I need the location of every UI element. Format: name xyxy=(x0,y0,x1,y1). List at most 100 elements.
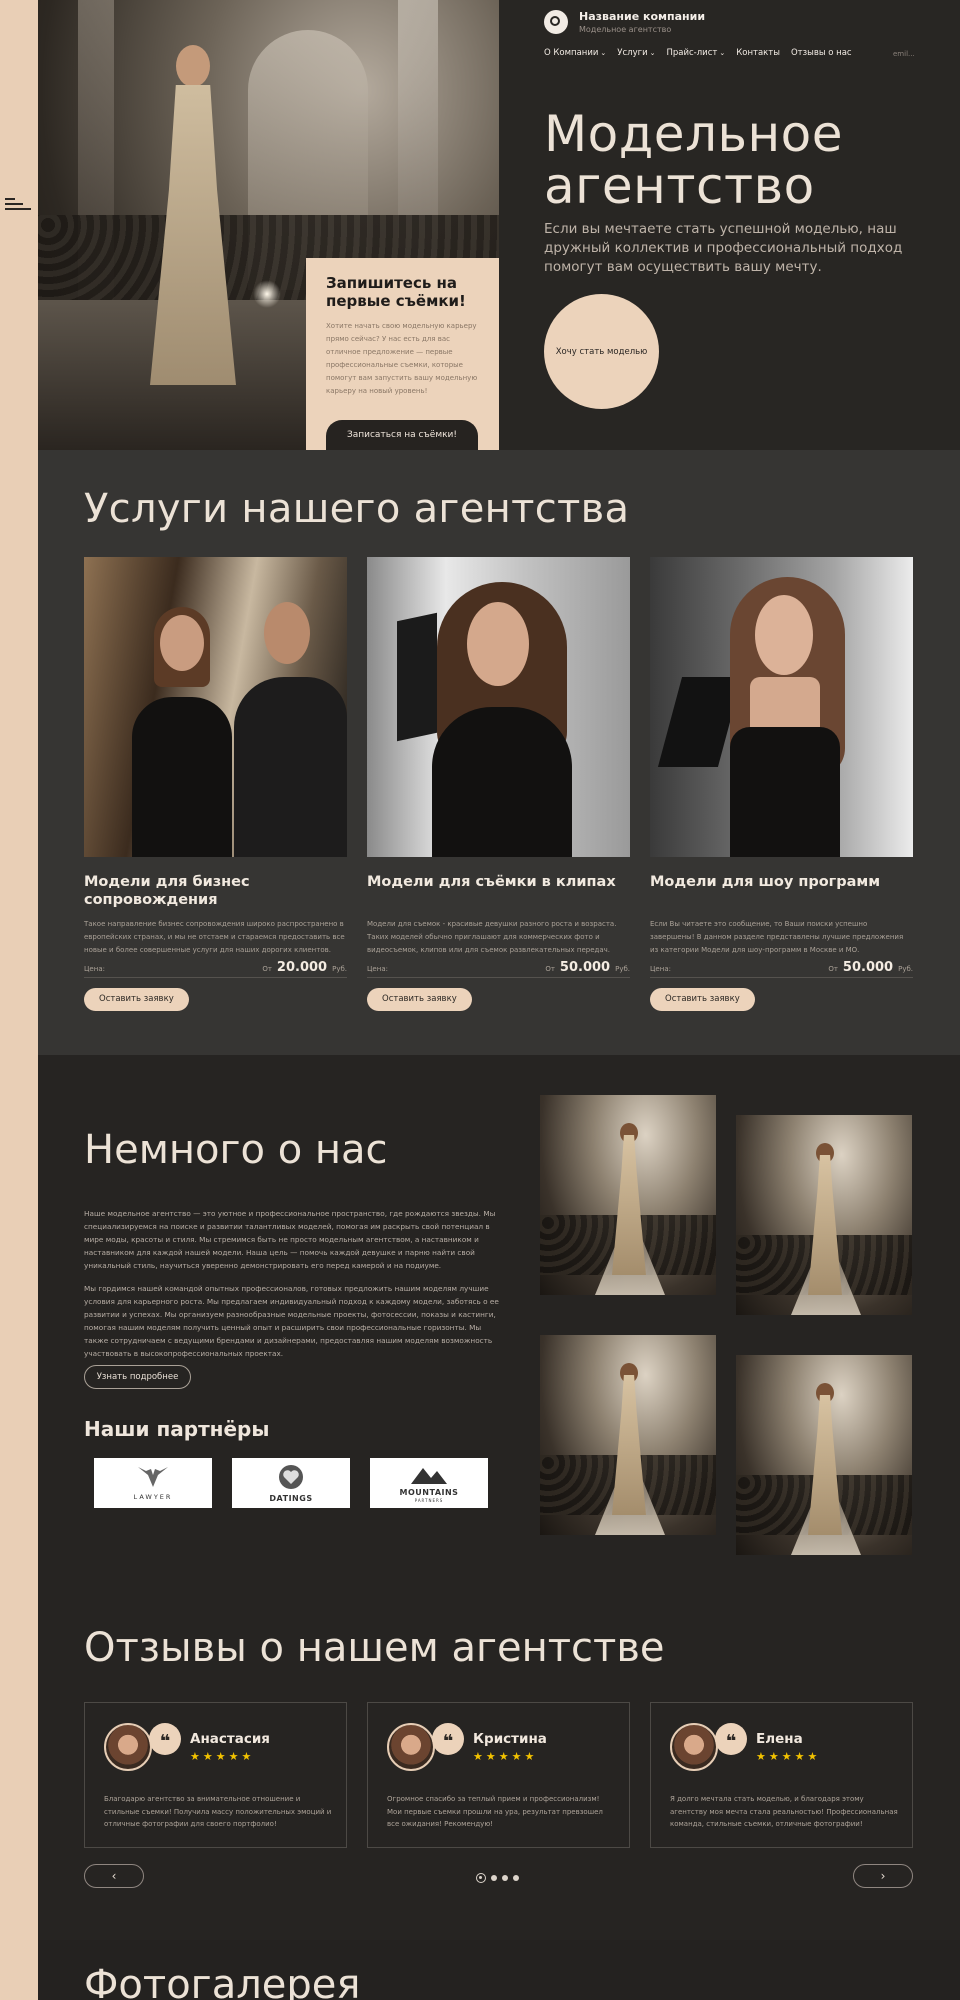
left-sidebar-strip xyxy=(0,0,38,2000)
service-photo xyxy=(84,557,347,857)
price-label: Цена: xyxy=(650,965,671,973)
price-currency: Руб. xyxy=(332,965,347,973)
become-model-button[interactable]: Хочу стать моделью xyxy=(544,294,659,409)
review-card: ❝ Анастасия ★★★★★ Благодарю агентство за… xyxy=(84,1702,347,1848)
service-title: Модели для бизнес сопровождения xyxy=(84,874,250,908)
services-section: Услуги нашего агентства Модели для бизне… xyxy=(38,450,960,1055)
mountains-icon xyxy=(411,1467,447,1484)
heart-icon xyxy=(279,1464,303,1489)
main-nav: О Компании ⌄ Услуги ⌄ Прайс-лист ⌄ Контакты… xyxy=(544,48,852,58)
about-gallery-photo xyxy=(736,1115,912,1315)
nav-item-services[interactable]: Услуги ⌄ xyxy=(617,48,655,58)
partner-logo-mountains[interactable]: MOUNTAINS PARTNERS xyxy=(370,1458,488,1508)
price-from: От xyxy=(262,965,272,973)
nav-item-reviews[interactable]: Отзывы о нас xyxy=(791,48,852,58)
price-label: Цена: xyxy=(367,965,388,973)
book-shoot-button[interactable]: Записаться на съёмки! xyxy=(326,420,478,452)
carousel-dots xyxy=(476,1873,519,1883)
nav-item-company[interactable]: О Компании ⌄ xyxy=(544,48,606,58)
about-paragraph-2: Мы гордимся нашей командой опытных профе… xyxy=(84,1284,499,1358)
chevron-down-icon: ⌄ xyxy=(719,49,726,57)
service-text: Модели для съемок - красивые девушки раз… xyxy=(367,920,617,954)
menu-icon[interactable] xyxy=(5,198,31,212)
about-title: Немного о нас xyxy=(84,1127,388,1173)
chevron-down-icon: ⌄ xyxy=(649,49,656,57)
service-price-row: Цена: От 50.000 Руб. xyxy=(367,960,630,978)
reviewer-name: Кристина xyxy=(473,1731,547,1747)
company-name: Название компании xyxy=(579,10,706,23)
partner-name: MOUNTAINS xyxy=(399,1487,459,1497)
leave-request-button[interactable]: Оставить заявку xyxy=(367,988,472,1011)
review-text: Огромное спасибо за теплый прием и профе… xyxy=(387,1795,603,1828)
partner-logo-datings[interactable]: DATINGS xyxy=(232,1458,350,1508)
about-paragraph-1: Наше модельное агентство — это уютное и … xyxy=(84,1209,496,1270)
about-section: Немного о нас Наше модельное агентство —… xyxy=(38,1055,960,1600)
service-price-row: Цена: От 50.000 Руб. xyxy=(650,960,913,978)
rating-stars: ★★★★★ xyxy=(473,1750,538,1763)
price-label: Цена: xyxy=(84,965,105,973)
price-from: От xyxy=(545,965,555,973)
service-title: Модели для шоу программ xyxy=(650,874,881,890)
service-text: Такое направление бизнес сопровождения ш… xyxy=(84,920,345,954)
review-text: Благодарю агентство за внимательное отно… xyxy=(104,1795,332,1828)
hero-content: Название компании Модельное агентство О … xyxy=(499,0,960,450)
review-card: ❝ Елена ★★★★★ Я долго мечтала стать моде… xyxy=(650,1702,913,1848)
rating-stars: ★★★★★ xyxy=(756,1750,821,1763)
service-card-clips: Модели для съёмки в клипах Модели для съ… xyxy=(367,557,630,1011)
price-currency: Руб. xyxy=(615,965,630,973)
nav-item-pricelist[interactable]: Прайс-лист ⌄ xyxy=(666,48,725,58)
nav-item-contacts[interactable]: Контакты xyxy=(736,48,780,58)
service-price: 50.000 xyxy=(559,960,611,975)
nav-label: О Компании xyxy=(544,48,599,58)
leave-request-button[interactable]: Оставить заявку xyxy=(84,988,189,1011)
carousel-dot[interactable] xyxy=(502,1875,508,1881)
company-logo[interactable]: Название компании Модельное агентство xyxy=(544,10,705,34)
avatar xyxy=(387,1723,435,1771)
about-text: Наше модельное агентство — это уютное и … xyxy=(84,1207,499,1360)
partner-logo-lawyer[interactable]: LAWYER xyxy=(94,1458,212,1508)
service-text: Если Вы читаете это сообщение, то Ваши п… xyxy=(650,920,904,954)
nav-label: Услуги xyxy=(617,48,648,58)
avatar xyxy=(670,1723,718,1771)
partner-name: LAWYER xyxy=(133,1493,173,1501)
hero-title: Модельное агентство xyxy=(544,108,843,212)
service-price: 20.000 xyxy=(276,960,328,975)
price-currency: Руб. xyxy=(898,965,913,973)
reviewer-name: Елена xyxy=(756,1731,803,1747)
page-main: Запишитесь на первые съёмки! Хотите нача… xyxy=(38,0,960,2000)
quote-icon: ❝ xyxy=(149,1723,181,1755)
hero-title-line2: агентство xyxy=(544,157,815,215)
carousel-dot[interactable] xyxy=(513,1875,519,1881)
reviews-section: Отзывы о нашем агентстве ❝ Анастасия ★★★… xyxy=(38,1600,960,1940)
service-price: 50.000 xyxy=(842,960,894,975)
reviewer-name: Анастасия xyxy=(190,1731,270,1747)
partner-name: DATINGS xyxy=(269,1493,313,1503)
service-photo xyxy=(650,557,913,857)
first-shoot-title: Запишитесь на первые съёмки! xyxy=(326,274,466,310)
quote-icon: ❝ xyxy=(432,1723,464,1755)
services-title: Услуги нашего агентства xyxy=(84,486,630,532)
carousel-dot[interactable] xyxy=(491,1875,497,1881)
about-gallery-photo xyxy=(540,1335,716,1535)
header-email[interactable]: emil... xyxy=(893,50,915,58)
service-price-row: Цена: От 20.000 Руб. xyxy=(84,960,347,978)
next-arrow-button[interactable]: › xyxy=(853,1864,913,1888)
service-card-shows: Модели для шоу программ Если Вы читаете … xyxy=(650,557,913,1011)
leave-request-button[interactable]: Оставить заявку xyxy=(650,988,755,1011)
carousel-dot[interactable] xyxy=(476,1873,486,1883)
service-photo xyxy=(367,557,630,857)
quote-icon: ❝ xyxy=(715,1723,747,1755)
about-gallery-photo xyxy=(736,1355,912,1555)
hero-section: Запишитесь на первые съёмки! Хотите нача… xyxy=(38,0,960,452)
first-shoot-text: Хотите начать свою модельную карьеру пря… xyxy=(326,322,478,395)
first-shoot-card: Запишитесь на первые съёмки! Хотите нача… xyxy=(306,258,499,452)
nav-label: Прайс-лист xyxy=(666,48,718,58)
reviews-title: Отзывы о нашем агентстве xyxy=(84,1625,665,1671)
service-card-business: Модели для бизнес сопровождения Такое на… xyxy=(84,557,347,1011)
hero-description: Если вы мечтаете стать успешной моделью,… xyxy=(544,221,903,275)
service-title: Модели для съёмки в клипах xyxy=(367,874,616,890)
gallery-title: Фотогалерея xyxy=(84,1962,361,2000)
eagle-icon xyxy=(138,1467,168,1487)
prev-arrow-button[interactable]: ‹ xyxy=(84,1864,144,1888)
learn-more-button[interactable]: Узнать подробнее xyxy=(84,1365,191,1389)
